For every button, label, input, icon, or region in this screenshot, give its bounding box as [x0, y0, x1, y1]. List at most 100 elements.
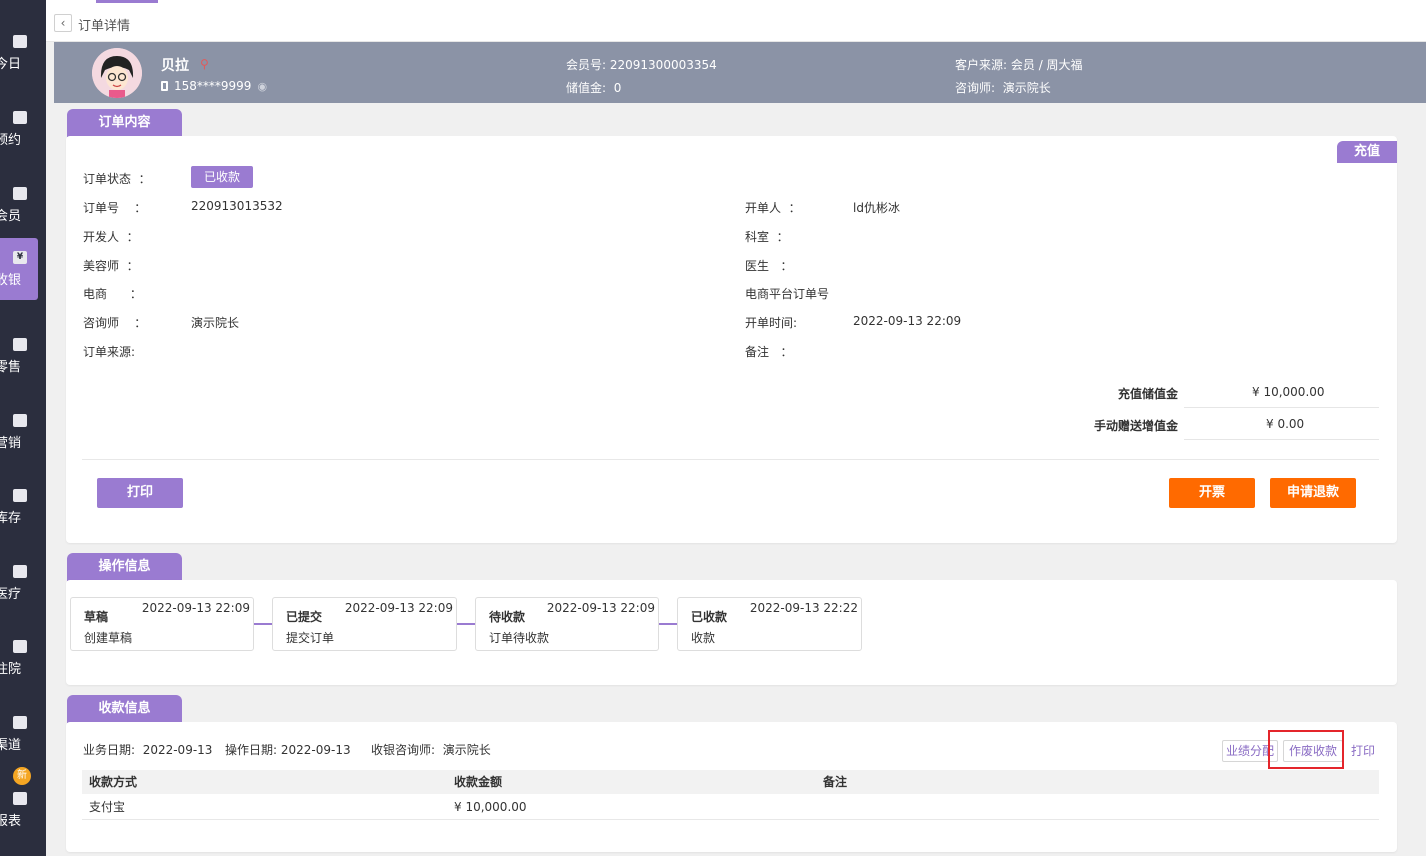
member-consultant: 咨询师: 演示院长 — [955, 81, 1051, 95]
calendar-check-icon — [13, 110, 27, 124]
step-desc: 订单待收款 — [489, 631, 550, 645]
remark-label: 备注 ： — [745, 345, 793, 359]
nav-item-appointment[interactable]: 预约 — [0, 98, 38, 160]
page-title: 订单详情 — [78, 19, 131, 34]
inventory-icon — [13, 488, 27, 502]
nav-item-inventory[interactable]: 库存 — [0, 476, 38, 538]
nav-item-member[interactable]: 会员 — [0, 174, 38, 236]
order-content-panel: 充值 订单状态 ： 已收款 订单号 ： 220913013532 开发人 ： 美… — [66, 136, 1397, 543]
channel-icon — [13, 715, 27, 729]
nav-item-report[interactable]: 报表 — [0, 779, 38, 841]
step-time: 2022-09-13 22:22 — [749, 601, 858, 615]
step-title: 已提交 — [286, 610, 323, 624]
payment-method: 支付宝 — [89, 800, 126, 814]
eye-icon[interactable]: ◉ — [257, 80, 267, 93]
step-paid: 已收款 2022-09-13 22:22 收款 — [677, 597, 862, 651]
open-time-value: 2022-09-13 22:09 — [853, 314, 962, 328]
print-payment-button[interactable]: 打印 — [1347, 740, 1379, 762]
beautician-label: 美容师 ： — [83, 259, 139, 273]
report-icon — [13, 791, 27, 805]
step-time: 2022-09-13 22:09 — [546, 601, 655, 615]
nav-label: 会员 — [0, 208, 21, 224]
nav-label: 库存 — [0, 510, 21, 526]
table-row: 支付宝 ¥ 10,000.00 — [82, 794, 1379, 820]
sum-divider — [1184, 439, 1379, 440]
nav-label: 今日 — [0, 56, 21, 72]
phone-icon — [161, 81, 168, 91]
bookmark-icon — [13, 413, 27, 427]
step-submitted: 已提交 2022-09-13 22:09 提交订单 — [272, 597, 457, 651]
consultant-label: 咨询师 ： — [83, 316, 147, 330]
nav-item-cashier[interactable]: ¥ 收银 — [0, 238, 38, 300]
member-phone: 158****9999 ◉ — [161, 79, 267, 93]
step-title: 已收款 — [691, 610, 728, 624]
payment-panel: 业务日期: 2022-09-13 操作日期: 2022-09-13 收银咨询师:… — [66, 722, 1397, 852]
step-title: 待收款 — [489, 610, 526, 624]
creator-label: 开单人 ： — [745, 201, 801, 215]
member-name: 贝拉 — [161, 58, 189, 74]
step-desc: 收款 — [691, 631, 716, 645]
new-badge: 新 — [13, 767, 31, 785]
step-draft: 草稿 2022-09-13 22:09 创建草稿 — [70, 597, 254, 651]
creator-value: ld仇彬冰 — [853, 201, 900, 215]
payment-table-header: 收款方式 收款金额 备注 — [82, 770, 1379, 794]
op-date: 操作日期: 2022-09-13 — [225, 743, 351, 757]
step-title: 草稿 — [84, 610, 109, 624]
tab-operations[interactable]: 操作信息 — [67, 553, 182, 581]
breadcrumb: ‹ 订单详情 — [46, 6, 1426, 42]
order-source-label: 订单来源: — [83, 345, 136, 359]
operations-panel: 草稿 2022-09-13 22:09 创建草稿 已提交 2022-09-13 … — [66, 580, 1397, 685]
nav-item-retail[interactable]: 零售 — [0, 325, 38, 387]
platform-order-label: 电商平台订单号 — [745, 287, 830, 301]
gift-value: ¥ 0.00 — [1266, 417, 1305, 431]
gift-label: 手动赠送增值金 — [1093, 419, 1178, 433]
tab-order-content[interactable]: 订单内容 — [67, 109, 182, 137]
nav-label: 住院 — [0, 661, 21, 677]
panel-divider — [82, 459, 1379, 460]
sidebar-nav: 今日 预约 会员 ¥ 收银 零售 营销 库存 医疗 住院 渠道 报表 新 — [0, 0, 46, 856]
nav-label: 预约 — [0, 132, 21, 148]
step-connector — [659, 623, 677, 625]
column-header: 收款金额 — [454, 775, 503, 789]
biz-date: 业务日期: 2022-09-13 — [83, 743, 213, 757]
status-badge: 已收款 — [191, 166, 253, 188]
yuan-icon: ¥ — [13, 250, 27, 264]
invoice-button[interactable]: 开票 — [1169, 478, 1255, 508]
phone-number: 158****9999 — [174, 79, 252, 93]
nav-item-channel[interactable]: 渠道 — [0, 703, 38, 765]
ecommerce-label: 电商 ： — [83, 287, 142, 301]
order-type-tag: 充值 — [1337, 141, 1397, 163]
nav-item-today[interactable]: 今日 — [0, 22, 38, 84]
nav-label: 报表 — [0, 813, 21, 829]
nav-label: 医疗 — [0, 586, 21, 602]
highlight-box — [1268, 730, 1344, 769]
nav-label: 收银 — [0, 272, 21, 288]
recharge-label: 充值储值金 — [1117, 387, 1178, 401]
doctor-label: 医生 ： — [745, 259, 793, 273]
hospital-icon — [13, 639, 27, 653]
back-button[interactable]: ‹ — [54, 14, 72, 32]
nav-label: 零售 — [0, 359, 21, 375]
nav-item-marketing[interactable]: 营销 — [0, 401, 38, 463]
nav-item-medical[interactable]: 医疗 — [0, 552, 38, 614]
print-button[interactable]: 打印 — [97, 478, 183, 508]
step-desc: 提交订单 — [286, 631, 335, 645]
tab-payment[interactable]: 收款信息 — [67, 695, 182, 723]
consultant-value: 演示院长 — [191, 316, 240, 330]
step-connector — [457, 623, 475, 625]
chat-icon — [13, 34, 27, 48]
column-header: 备注 — [823, 775, 848, 789]
refund-button[interactable]: 申请退款 — [1270, 478, 1356, 508]
order-no-value: 220913013532 — [191, 199, 283, 213]
nav-item-inpatient[interactable]: 住院 — [0, 627, 38, 689]
sum-divider — [1184, 407, 1379, 408]
step-desc: 创建草稿 — [84, 631, 133, 645]
member-no: 会员号: 22091300003354 — [566, 58, 717, 72]
cashier-consultant: 收银咨询师: 演示院长 — [371, 743, 491, 757]
tag-icon: ⚲ — [200, 57, 209, 71]
active-tab-indicator — [96, 0, 158, 3]
customer-source: 客户来源: 会员 / 周大福 — [955, 58, 1083, 72]
developer-label: 开发人 ： — [83, 230, 139, 244]
avatar — [92, 48, 142, 98]
recharge-value: ¥ 10,000.00 — [1252, 385, 1325, 399]
